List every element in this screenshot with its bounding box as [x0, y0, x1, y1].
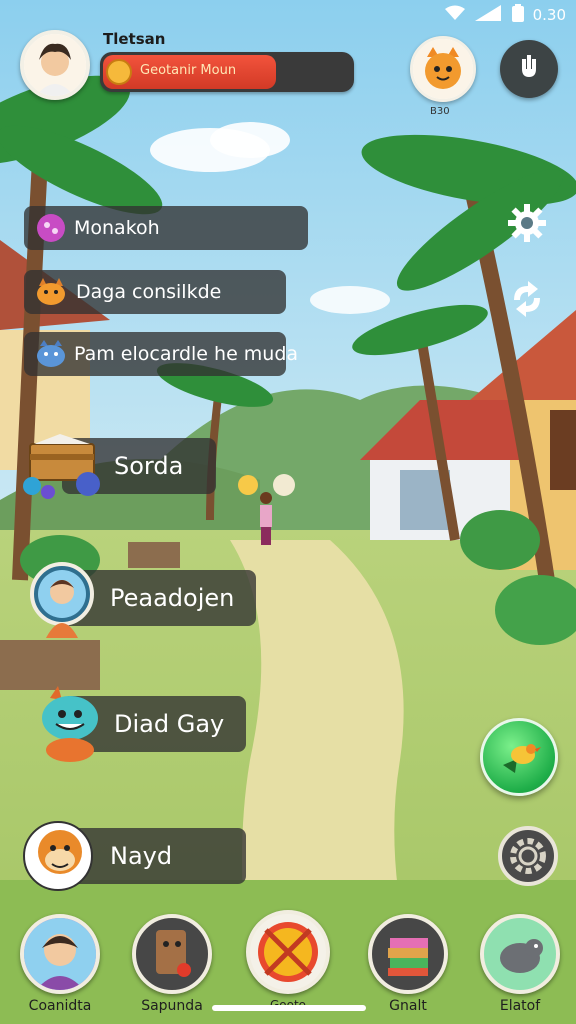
menu-item-label: Daga consilkde	[76, 281, 222, 303]
nav-label: Elatof	[499, 998, 541, 1014]
menu-item-monakoh[interactable]: Monakoh	[24, 206, 308, 250]
menu-item-label: Pam elocardle he muda	[74, 343, 299, 365]
creature-icon	[34, 338, 68, 375]
nav-label: Gnalt	[389, 998, 427, 1014]
home-indicator[interactable]	[212, 1005, 366, 1011]
nav-gnalt[interactable]	[368, 914, 448, 994]
menu-item-label: Monakoh	[74, 217, 160, 239]
pet-label: B30	[430, 106, 450, 117]
potion-icon	[36, 213, 66, 248]
wifi-icon	[444, 5, 465, 25]
options-gear-button[interactable]	[498, 826, 558, 886]
nav-label: Sapunda	[141, 998, 203, 1014]
player-name: Tletsan	[103, 30, 166, 48]
menu-item-label: Diad Gay	[114, 710, 225, 738]
cat-coin-icon	[106, 59, 132, 85]
cat-icon	[34, 276, 68, 313]
menu-item-pam-elocardle[interactable]: Pam elocardle he muda	[24, 332, 298, 376]
nav-coanidta[interactable]	[20, 914, 100, 994]
power-icon	[513, 51, 545, 87]
pet-avatar[interactable]	[410, 36, 476, 102]
player-avatar[interactable]	[20, 30, 90, 100]
gear-icon	[506, 202, 548, 248]
treasure-chest-icon[interactable]	[20, 430, 106, 506]
power-button[interactable]	[500, 40, 558, 98]
quest-fab-button[interactable]	[480, 718, 558, 796]
nav-label: Coanidta	[28, 998, 92, 1014]
signal-icon	[473, 5, 503, 25]
settings-button[interactable]	[502, 200, 552, 250]
refresh-button[interactable]	[502, 276, 552, 326]
menu-item-label: Nayd	[110, 842, 173, 870]
status-bar: 0.30	[444, 4, 566, 26]
bird-icon	[499, 737, 541, 783]
monster-icon[interactable]	[36, 686, 106, 770]
xp-label: Geotanir Moun	[140, 63, 237, 78]
menu-item-label: Sorda	[114, 452, 184, 480]
gear-icon	[508, 836, 548, 880]
villager-avatar-icon[interactable]	[28, 562, 98, 642]
status-time: 0.30	[532, 6, 566, 24]
xp-bar: Geotanir Moun	[100, 52, 354, 92]
battery-icon	[511, 4, 525, 26]
monkey-icon[interactable]	[20, 818, 98, 902]
nav-gooto[interactable]	[246, 910, 330, 994]
refresh-icon	[506, 278, 548, 324]
nav-sapunda[interactable]	[132, 914, 212, 994]
menu-item-daga-consilkde[interactable]: Daga consilkde	[24, 270, 286, 314]
menu-item-label: Peaadojen	[110, 584, 235, 612]
nav-elatof[interactable]	[480, 914, 560, 994]
